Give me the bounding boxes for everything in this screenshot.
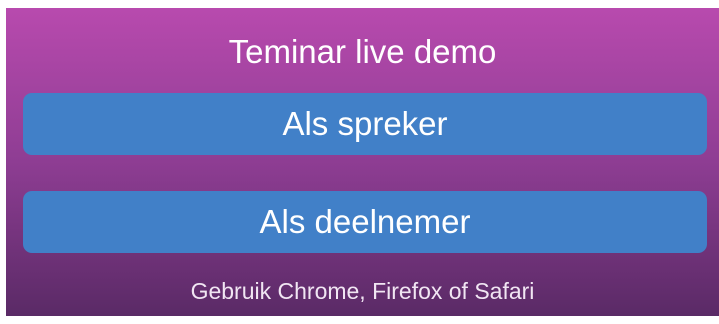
participant-button[interactable]: Als deelnemer	[23, 191, 707, 253]
speaker-button[interactable]: Als spreker	[23, 93, 707, 155]
demo-panel: Teminar live demo Als spreker Als deelne…	[6, 8, 719, 316]
page-title: Teminar live demo	[228, 33, 497, 70]
browser-hint: Gebruik Chrome, Firefox of Safari	[190, 278, 535, 304]
